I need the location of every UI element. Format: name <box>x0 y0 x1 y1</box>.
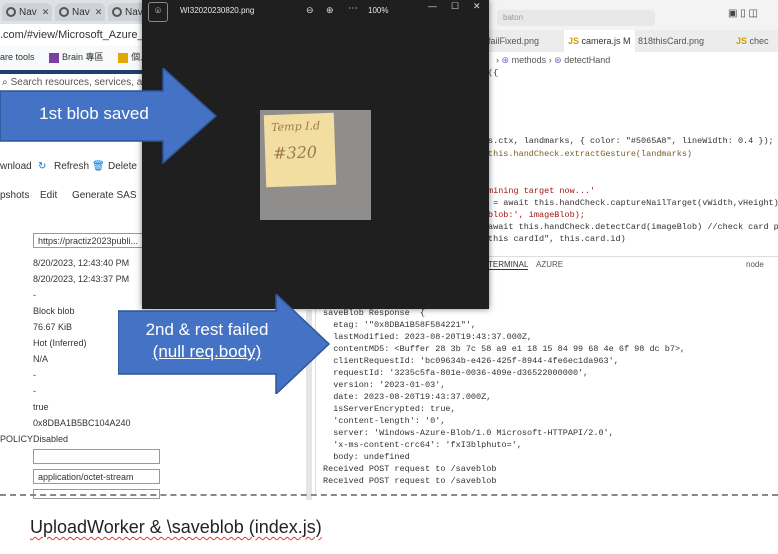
layout-icons[interactable]: ▣ ▯ ◫ <box>728 8 758 19</box>
note-text: Temp I.d <box>270 119 321 134</box>
bookmarks-bar: are tools Brain 專區 個人重點 <box>0 46 160 70</box>
footer-caption: UploadWorker & \saveblob (index.js) <box>30 517 322 537</box>
url-field[interactable]: https://practiz2023publi... <box>33 233 160 248</box>
more-icon[interactable]: ⋯ <box>348 3 358 14</box>
zoom-in-icon[interactable]: ⊕ <box>326 5 334 16</box>
bookmark-item[interactable]: Brain 專區 <box>62 52 104 62</box>
property-value: 8/20/2023, 12:43:37 PM <box>33 274 130 284</box>
close-tab-icon[interactable]: ✕ <box>95 7 103 18</box>
browser-tab-bar: Nav✕ Nav✕ Nav✕ <box>0 0 160 24</box>
minimize-icon[interactable]: — <box>428 1 437 11</box>
js-icon: JS <box>736 36 750 46</box>
browser-tab[interactable]: Nav✕ <box>2 3 52 21</box>
method-icon: ⊛ <box>501 55 510 65</box>
terminal-line: Received POST request to /saveblob <box>323 476 497 486</box>
annotation-failed: 2nd & rest failed (null req.body) <box>145 320 269 361</box>
browser-tab[interactable]: Nav✕ <box>55 3 105 21</box>
property-value: Block blob <box>33 306 75 316</box>
terminal-line: version: '2023-01-03', <box>323 380 446 390</box>
content-type-field[interactable]: application/octet-stream <box>33 469 160 484</box>
property-value: true <box>33 402 49 412</box>
address-bar[interactable]: .com/#view/Microsoft_Azure_Sto... <box>0 24 160 46</box>
terminal-node[interactable]: node <box>746 260 764 269</box>
command-center-search[interactable]: baton <box>497 10 655 26</box>
method-icon: ⊛ <box>554 55 562 65</box>
empty-field[interactable] <box>33 449 160 464</box>
terminal-line: saveBlob Response { <box>323 308 426 318</box>
code-line: await this.handCheck.detectCard(imageBlo… <box>488 222 778 232</box>
breadcrumb: › ⊛ methods › ⊛ detectHand <box>488 52 778 68</box>
property-value: Hot (Inferred) <box>33 338 87 348</box>
bookmark-folder-icon <box>49 52 60 63</box>
terminal-line: requestId: '3235c5fa-801e-0036-409e-d365… <box>323 368 589 378</box>
code-line: mining target now...' <box>488 186 596 196</box>
zoom-level: 100% <box>368 6 389 15</box>
tab-azure[interactable]: AZURE <box>536 260 563 269</box>
terminal-line: etag: '"0x8DBA1B58F584221"', <box>323 320 477 330</box>
azure-blob-tabs: pshots Edit Generate SAS <box>0 190 145 208</box>
tab-terminal[interactable]: TERMINAL <box>488 260 529 270</box>
terminal-line: 'content-length': '0', <box>323 416 446 426</box>
code-line: s.ctx, landmarks, { color: "#5065A8", li… <box>488 136 774 146</box>
terminal-line: body: undefined <box>323 452 410 462</box>
terminal-line: Received POST request to /saveblob <box>323 464 497 474</box>
favicon-icon <box>6 7 16 17</box>
code-line: = await this.handCheck.captureNailTarget… <box>488 198 778 208</box>
property-value: 8/20/2023, 12:43:40 PM <box>33 258 130 268</box>
viewer-app-icon[interactable]: ⌾ <box>148 2 168 22</box>
tab-edit[interactable]: Edit <box>40 190 57 201</box>
code-line: this.handCheck.extractGesture(landmarks) <box>488 149 693 159</box>
editor-tabs: failFixed.png JS camera.js M 818thisCard… <box>488 30 778 52</box>
chevron-icon: › <box>548 55 552 65</box>
terminal-line: server: 'Windows-Azure-Blob/1.0 Microsof… <box>323 428 614 438</box>
code-line: ({ <box>488 68 499 78</box>
terminal-line: date: 2023-08-20T19:43:37.000Z, <box>323 392 492 402</box>
bookmark-item[interactable]: are tools <box>0 52 35 62</box>
terminal-line: contentMD5: <Buffer 28 3b 7c 58 a9 e1 18… <box>323 344 686 354</box>
terminal-line: lastModified: 2023-08-20T19:43:37.000Z, <box>323 332 533 342</box>
property-value: Disabled <box>33 434 69 444</box>
js-icon: JS <box>568 36 582 46</box>
favicon-icon <box>112 7 122 17</box>
divider <box>0 494 778 496</box>
tab-failfixed[interactable]: failFixed.png <box>488 30 539 52</box>
property-value: 0x8DBA1B5BC104A240 <box>33 418 131 428</box>
tab-check[interactable]: JS chec <box>736 30 769 52</box>
tab-generate-sas[interactable]: Generate SAS <box>72 190 136 201</box>
property-value: - <box>33 370 36 380</box>
property-value: - <box>33 290 36 300</box>
code-editor[interactable]: ({ s.ctx, landmarks, { color: "#5065A8",… <box>488 68 778 254</box>
breadcrumb-item[interactable]: detectHand <box>564 55 610 65</box>
property-value: - <box>33 386 36 396</box>
panel-tabs: TERMINAL AZURE node <box>488 256 778 273</box>
sticky-note: Temp I.d #320 <box>263 112 337 188</box>
annotation-1st-blob: 1st blob saved <box>39 104 149 123</box>
property-label: POLICY <box>0 434 34 444</box>
property-value: N/A <box>33 354 49 364</box>
terminal-line: clientRequestId: 'bc09634b-e426-425f-894… <box>323 356 619 366</box>
code-line: blob:', imageBlob); <box>488 210 585 220</box>
code-line: this cardId", this.card.id) <box>488 234 626 244</box>
tab-818thiscard[interactable]: 818thisCard.png <box>638 30 704 52</box>
tab-camera-js[interactable]: JS camera.js M <box>564 30 635 52</box>
maximize-icon[interactable]: ☐ <box>451 1 459 12</box>
favicon-icon <box>59 7 69 17</box>
note-text: #320 <box>272 142 318 163</box>
breadcrumb-item[interactable]: methods <box>512 55 547 65</box>
viewer-filename: WI32020230820.png <box>180 6 255 15</box>
terminal-line: isServerEncrypted: true, <box>323 404 456 414</box>
property-value: 76.67 KiB <box>33 322 73 332</box>
zoom-out-icon[interactable]: ⊖ <box>306 5 314 16</box>
bookmark-folder-icon <box>118 52 129 63</box>
terminal-line: 'x-ms-content-crc64': 'fxI3blphuto=', <box>323 440 522 450</box>
close-tab-icon[interactable]: ✕ <box>42 7 50 18</box>
chevron-icon: › <box>496 55 499 65</box>
tab-snapshots[interactable]: pshots <box>0 190 29 201</box>
close-icon[interactable]: ✕ <box>473 1 481 12</box>
